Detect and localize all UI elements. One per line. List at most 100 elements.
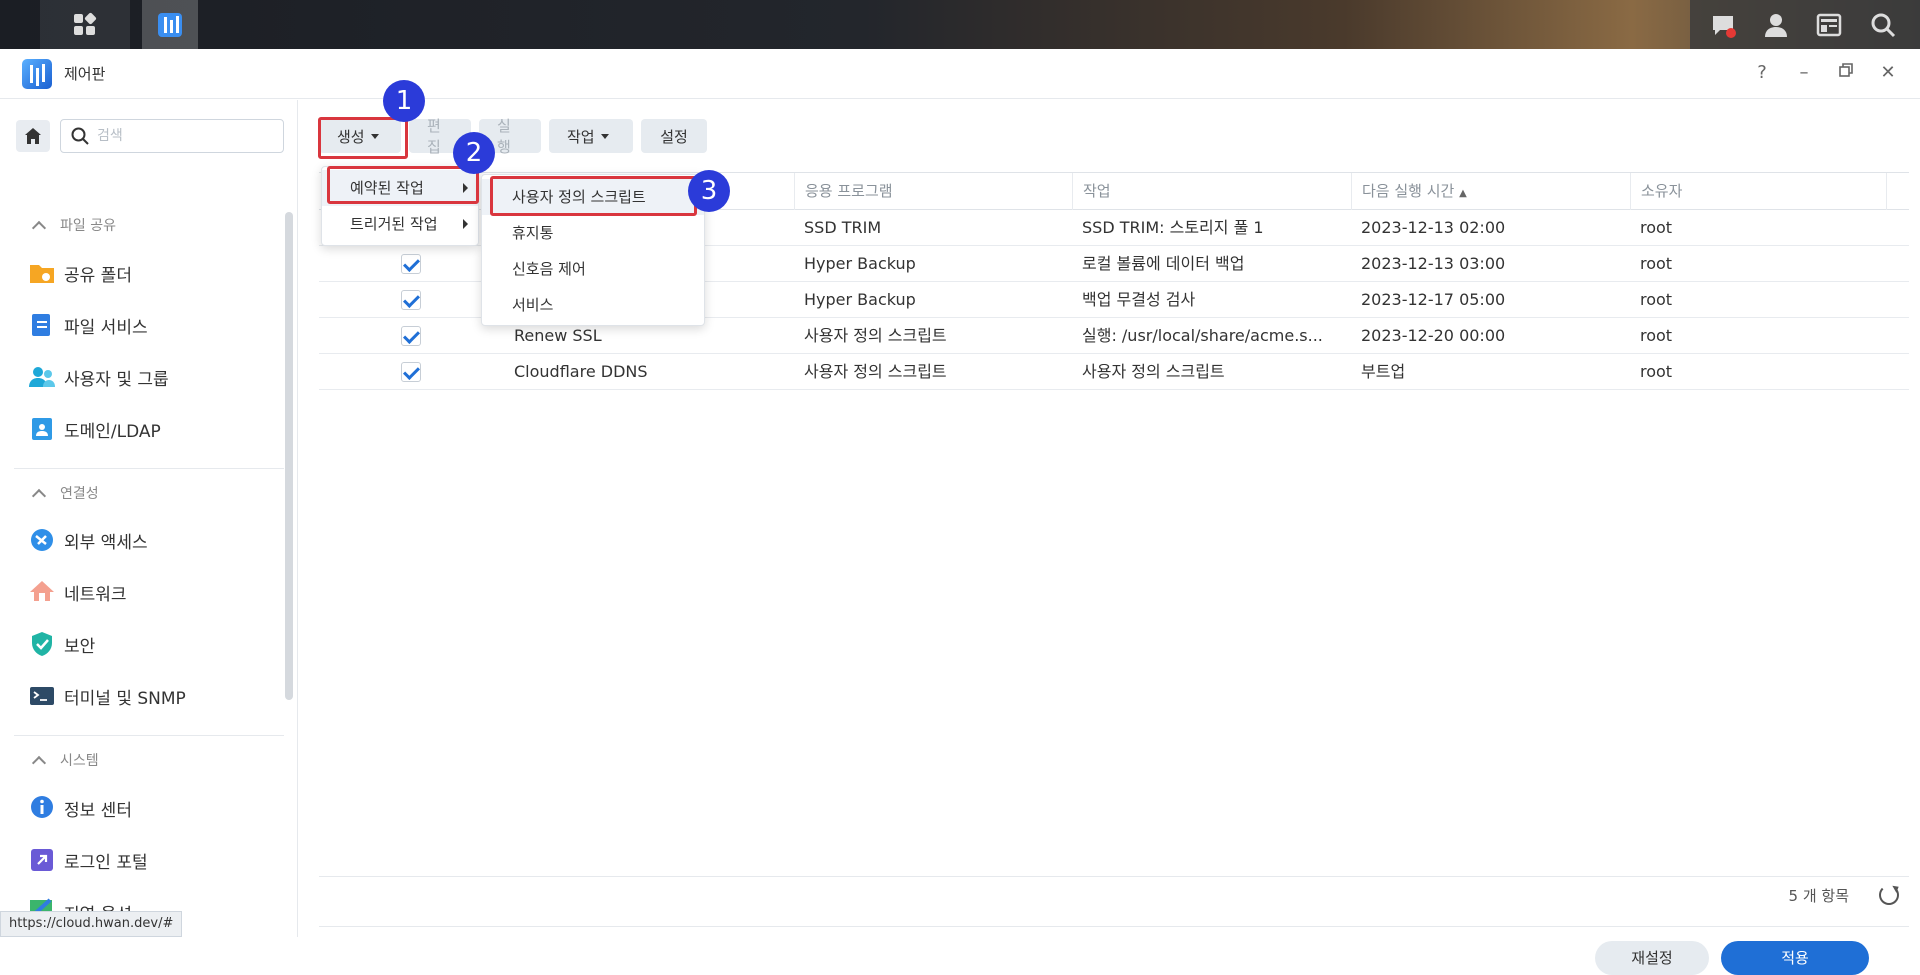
application-cell: Hyper Backup [804, 290, 916, 309]
menu-item-custom-script[interactable]: 사용자 정의 스크립트 [482, 179, 704, 215]
status-url: https://cloud.hwan.dev/# [0, 911, 183, 937]
help-icon[interactable]: ? [1750, 61, 1774, 85]
apply-button[interactable]: 적용 [1721, 941, 1869, 975]
sidebar-item-network[interactable]: 네트워크 [28, 572, 127, 612]
external-access-icon [31, 529, 53, 551]
sidebar-item-login-portal[interactable]: 로그인 포털 [28, 840, 148, 880]
folder-icon [30, 265, 54, 283]
search-input[interactable] [97, 128, 257, 144]
control-panel-app-icon [22, 58, 52, 89]
create-dropdown-menu: 예약된 작업 트리거된 작업 [321, 166, 479, 246]
refresh-icon[interactable] [1879, 885, 1899, 905]
section-file-sharing[interactable]: 파일 공유 [31, 215, 116, 236]
column-header-application[interactable]: 응용 프로그램 [794, 173, 1072, 210]
column-header-next-run[interactable]: 다음 실행 시간 ▲ [1351, 173, 1630, 210]
sort-ascending-icon: ▲ [1459, 188, 1467, 199]
submenu-arrow-icon [463, 219, 468, 229]
owner-cell: root [1640, 218, 1673, 237]
sidebar-item-terminal-snmp[interactable]: 터미널 및 SNMP [28, 676, 186, 716]
menu-item-triggered-task[interactable]: 트리거된 작업 [322, 206, 478, 242]
login-portal-icon [31, 849, 53, 871]
menu-item-recycle-bin[interactable]: 휴지통 [482, 215, 704, 251]
application-cell: SSD TRIM [804, 218, 882, 237]
user-icon[interactable] [1763, 12, 1789, 38]
section-connectivity[interactable]: 연결성 [31, 483, 99, 504]
info-icon [31, 796, 53, 818]
task-cell: 사용자 정의 스크립트 [1082, 362, 1225, 381]
widgets-icon[interactable] [1816, 12, 1842, 38]
task-cell: 백업 무결성 검사 [1082, 290, 1196, 309]
sidebar-item-file-services[interactable]: 파일 서비스 [28, 305, 148, 345]
item-count: 5 개 항목 [1788, 887, 1849, 905]
enabled-checkbox[interactable] [401, 290, 421, 310]
grid-icon [74, 12, 97, 35]
control-panel-taskbar-button[interactable] [142, 0, 198, 49]
sidebar-item-shared-folder[interactable]: 공유 폴더 [28, 253, 132, 293]
sidebar-item-domain-ldap[interactable]: 도메인/LDAP [28, 409, 161, 449]
next-run-cell: 2023-12-13 03:00 [1361, 254, 1506, 273]
enabled-checkbox[interactable] [401, 326, 421, 346]
reset-button[interactable]: 재설정 [1595, 941, 1709, 975]
sidebar-item-users-groups[interactable]: 사용자 및 그룹 [28, 357, 169, 397]
menu-item-service[interactable]: 서비스 [482, 287, 704, 323]
restore-icon[interactable] [1834, 61, 1858, 85]
sidebar-divider [14, 735, 284, 736]
step-badge-2: 2 [453, 132, 495, 174]
grid-footer: 5 개 항목 [319, 876, 1909, 914]
application-cell: Hyper Backup [804, 254, 916, 273]
control-panel-window: 제어판 ? – ✕ 파일 공유 공유 폴더 파일 서비스 [0, 49, 1920, 975]
step-badge-3: 3 [688, 170, 730, 212]
column-header-task[interactable]: 작업 [1072, 173, 1351, 210]
table-row[interactable]: Cloudflare DDNS 사용자 정의 스크립트 사용자 정의 스크립트 … [319, 354, 1909, 390]
footer-divider [319, 926, 1909, 927]
create-button[interactable]: 생성 [319, 119, 401, 153]
step-badge-1: 1 [383, 80, 425, 122]
window-title: 제어판 [64, 65, 106, 83]
shield-icon [32, 632, 52, 656]
next-run-cell: 2023-12-17 05:00 [1361, 290, 1506, 309]
section-system[interactable]: 시스템 [31, 750, 99, 771]
owner-cell: root [1640, 362, 1673, 381]
desktop-taskbar [0, 0, 1920, 49]
application-cell: 사용자 정의 스크립트 [804, 326, 947, 345]
sidebar-divider [14, 468, 284, 469]
window-titlebar: 제어판 ? – ✕ [0, 49, 1920, 99]
minimize-icon[interactable]: – [1792, 61, 1816, 85]
sidebar-scrollbar[interactable] [285, 212, 293, 700]
next-run-cell: 2023-12-20 00:00 [1361, 326, 1506, 345]
sidebar-item-security[interactable]: 보안 [28, 624, 95, 664]
chat-notification-icon[interactable] [1710, 12, 1736, 38]
control-panel-icon [158, 12, 182, 37]
menu-item-scheduled-task[interactable]: 예약된 작업 [322, 170, 478, 206]
sidebar-item-info-center[interactable]: 정보 센터 [28, 788, 132, 828]
users-icon [29, 367, 55, 387]
column-header-owner[interactable]: 소유자 [1630, 173, 1886, 210]
network-icon [30, 581, 54, 601]
sidebar-item-external-access[interactable]: 외부 액세스 [28, 520, 148, 560]
owner-cell: root [1640, 290, 1673, 309]
enabled-checkbox[interactable] [401, 254, 421, 274]
next-run-cell: 2023-12-13 02:00 [1361, 218, 1506, 237]
menu-item-beep-control[interactable]: 신호음 제어 [482, 251, 704, 287]
home-icon [25, 128, 41, 144]
close-icon[interactable]: ✕ [1876, 61, 1900, 85]
search-icon [71, 127, 89, 145]
main-menu-button[interactable] [40, 0, 130, 49]
column-header-filler [1886, 173, 1909, 210]
file-services-icon [32, 314, 50, 336]
home-button[interactable] [16, 120, 50, 152]
toolbar: 생성 편집 실행 작업 설정 [319, 117, 707, 156]
action-button[interactable]: 작업 [549, 119, 633, 153]
domain-icon [32, 418, 52, 440]
search-field[interactable] [60, 119, 284, 153]
settings-button[interactable]: 설정 [641, 119, 707, 153]
owner-cell: root [1640, 326, 1673, 345]
enabled-checkbox[interactable] [401, 362, 421, 382]
task-cell: 로컬 볼륨에 데이터 백업 [1082, 254, 1245, 273]
search-icon[interactable] [1870, 12, 1896, 38]
task-name-cell: Cloudflare DDNS [514, 362, 648, 381]
submenu-arrow-icon [463, 183, 468, 193]
task-cell: SSD TRIM: 스토리지 풀 1 [1082, 218, 1264, 237]
scheduled-task-submenu: 사용자 정의 스크립트 휴지통 신호음 제어 서비스 [481, 174, 705, 326]
next-run-cell: 부트업 [1361, 362, 1406, 381]
